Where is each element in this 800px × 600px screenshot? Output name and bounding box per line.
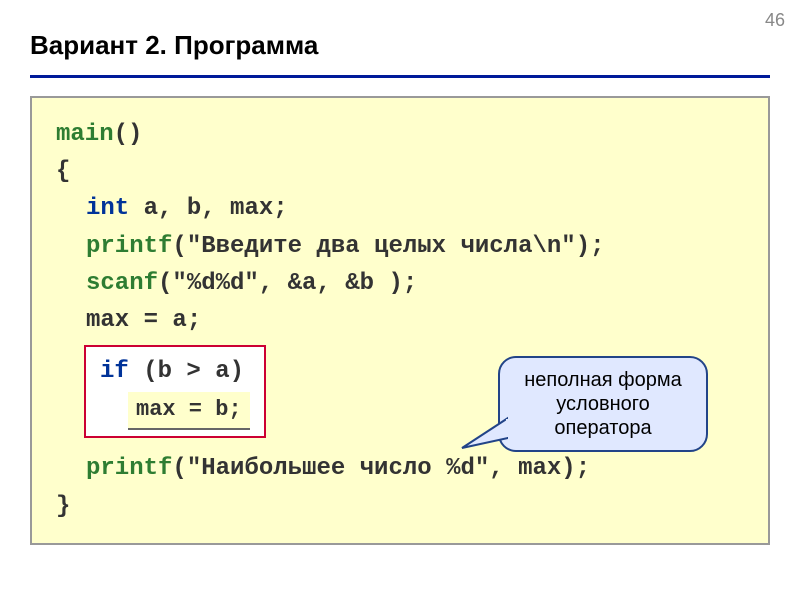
callout-tail-icon — [458, 410, 508, 450]
code-line-scanf: scanf("%d%d", &a, &b ); — [56, 265, 748, 302]
callout-text-line2: условного — [556, 393, 650, 415]
keyword-printf: printf — [86, 455, 172, 482]
code-text: ("%d%d", &a, &b ); — [158, 270, 417, 297]
code-line-printf2: printf("Наибольшее число %d", max); — [56, 450, 748, 487]
callout-container: неполная форма условного оператора — [498, 356, 708, 452]
code-text: ("Введите два целых числа\n"); — [172, 233, 604, 260]
code-block: main() { int a, b, max; printf("Введите … — [30, 96, 770, 545]
code-line-printf1: printf("Введите два целых числа\n"); — [56, 228, 748, 265]
keyword-printf: printf — [86, 233, 172, 260]
callout-bubble: неполная форма условного оператора — [498, 356, 708, 452]
title-divider — [30, 75, 770, 78]
keyword-scanf: scanf — [86, 270, 158, 297]
callout-text-line1: неполная форма — [524, 369, 681, 391]
code-text: () — [114, 121, 143, 148]
inner-assignment-box: max = b; — [128, 392, 250, 430]
code-line-brace-open: { — [56, 153, 748, 190]
code-line-decl: int a, b, max; — [56, 190, 748, 227]
keyword-int: int — [86, 195, 129, 222]
code-line-if: if (b > a) — [100, 353, 250, 390]
code-line-main: main() — [56, 116, 748, 153]
keyword-if: if — [100, 358, 129, 385]
callout-text-line3: оператора — [554, 417, 651, 439]
if-highlight-box: if (b > a) max = b; — [84, 345, 266, 438]
slide-title: Вариант 2. Программа — [30, 30, 770, 61]
code-text: a, b, max; — [129, 195, 287, 222]
code-text: ("Наибольшее число %d", max); — [172, 455, 590, 482]
code-line-assign: max = a; — [56, 302, 748, 339]
code-line-brace-close: } — [56, 488, 748, 525]
page-number: 46 — [765, 10, 785, 31]
keyword-main: main — [56, 121, 114, 148]
code-text: (b > a) — [129, 358, 244, 385]
